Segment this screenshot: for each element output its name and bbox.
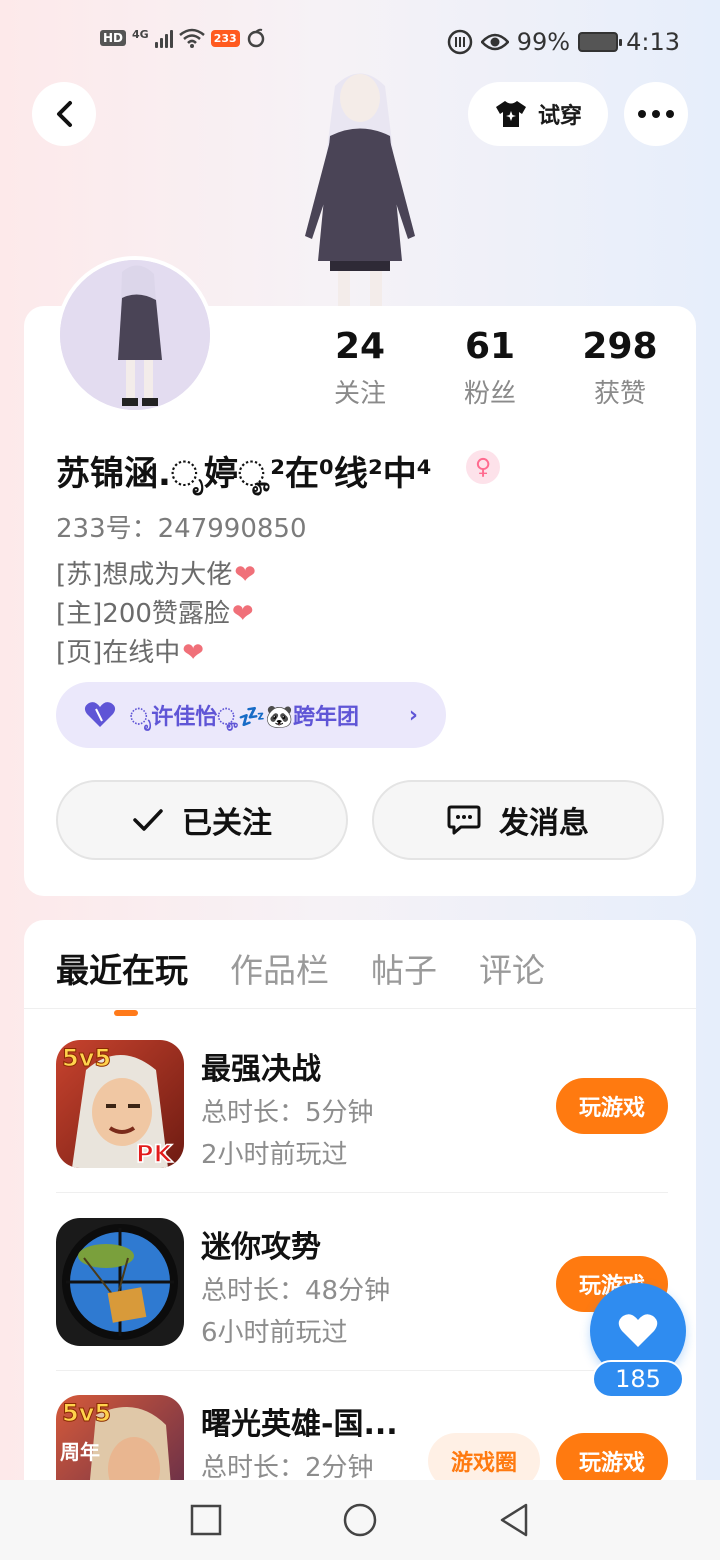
avatar[interactable] <box>56 256 214 414</box>
more-icon <box>638 110 674 118</box>
try-on-button[interactable]: 试穿 <box>468 82 608 146</box>
divider <box>56 1370 668 1371</box>
recent-apps-icon[interactable] <box>190 1504 222 1536</box>
profile-tabs: 最近在玩 作品栏 帖子 评论 <box>56 944 545 1016</box>
like-count: 185 <box>592 1360 684 1398</box>
battery-icon <box>578 32 623 52</box>
hd-icon: HD <box>100 30 127 46</box>
user-id[interactable]: 233号：247990850 <box>56 508 307 545</box>
username: 苏锦涵.ೃ婷ೄ²在⁰线²中⁴ <box>56 454 432 494</box>
tab-works[interactable]: 作品栏 <box>230 944 329 992</box>
game-duration: 总时长：5分钟 <box>201 1092 374 1129</box>
divider <box>24 1008 696 1009</box>
try-on-label: 试穿 <box>537 104 582 129</box>
games-card: 最近在玩 作品栏 帖子 评论 5v5 PK 最强决战 总时长：5分钟 2小时前玩… <box>24 920 696 1520</box>
duration-label: 总时长： <box>201 1453 306 1483</box>
peach-icon <box>247 28 264 48</box>
profile-stats: 24 关注 61 粉丝 298 获赞 <box>300 326 680 410</box>
stat-likes[interactable]: 298 获赞 <box>560 326 680 410</box>
back-nav-icon[interactable] <box>498 1503 530 1537</box>
female-icon: ♀ <box>466 450 500 484</box>
game-row[interactable]: 5v5 PK 最强决战 总时长：5分钟 2小时前玩过 玩游戏 <box>56 1040 668 1170</box>
duration-value: 48分钟 <box>305 1276 391 1306</box>
battery-percent: 99% <box>516 28 571 56</box>
eye-icon <box>480 33 509 51</box>
heart-icon <box>618 1314 658 1347</box>
check-icon <box>133 809 163 831</box>
signal-icon <box>154 28 173 48</box>
following-button[interactable]: 已关注 <box>56 780 348 860</box>
game-icon <box>56 1218 184 1346</box>
game-name: 迷你攻势 <box>201 1230 321 1265</box>
system-nav-bar <box>0 1480 720 1560</box>
svg-text:5v5: 5v5 <box>62 1399 111 1427</box>
stat-label: 获赞 <box>593 379 646 409</box>
game-duration: 总时长：2分钟 <box>201 1447 374 1484</box>
character-figure <box>305 73 415 306</box>
duration-value: 5分钟 <box>305 1098 374 1128</box>
game-last-played: 6小时前玩过 <box>201 1318 348 1348</box>
duration-value: 2分钟 <box>305 1453 374 1483</box>
game-last-played: 2小时前玩过 <box>201 1140 348 1170</box>
stat-followers[interactable]: 61 粉丝 <box>430 326 550 410</box>
fan-group-link[interactable]: ೃ许佳怡ೄ💤🐼跨年团 › <box>56 682 446 748</box>
svg-text:5v5: 5v5 <box>62 1044 111 1072</box>
game-name: 曙光英雄-国... <box>201 1407 398 1442</box>
avatar-image <box>60 260 210 410</box>
divider <box>56 1192 668 1193</box>
duration-label: 总时长： <box>201 1276 306 1306</box>
user-id-label: 233号： <box>56 514 158 544</box>
fan-heart-icon <box>84 702 116 727</box>
stat-label: 关注 <box>333 379 386 409</box>
stat-value: 61 <box>464 326 516 367</box>
heart-icon: ❤ <box>182 638 205 668</box>
home-icon[interactable] <box>342 1502 378 1538</box>
tab-comments[interactable]: 评论 <box>479 944 545 992</box>
heart-icon: ❤ <box>231 599 254 629</box>
stat-label: 粉丝 <box>463 379 516 409</box>
stat-value: 24 <box>334 326 386 367</box>
app-notification-icon: 233 <box>210 29 240 47</box>
fan-group-name: ೃ许佳怡ೄ💤🐼跨年团 <box>130 705 359 730</box>
game-icon: 5v5 PK <box>56 1040 184 1168</box>
game-row[interactable]: 迷你攻势 总时长：48分钟 6小时前玩过 玩游戏 <box>56 1218 668 1348</box>
chevron-right-icon: › <box>408 702 418 728</box>
clock: 4:13 <box>626 28 680 56</box>
back-button[interactable] <box>32 82 96 146</box>
bio-text: [页]在线中 <box>56 638 181 668</box>
bio: [苏]想成为大佬 ❤ [主]200赞露脸 ❤ [页]在线中 ❤ <box>56 556 256 673</box>
wifi-icon <box>178 28 205 48</box>
following-label: 已关注 <box>182 806 272 841</box>
bio-line: [页]在线中 ❤ <box>56 634 256 673</box>
stat-following[interactable]: 24 关注 <box>300 326 420 410</box>
message-label: 发消息 <box>499 806 589 841</box>
game-duration: 总时长：48分钟 <box>201 1270 390 1307</box>
bio-text: [主]200赞露脸 <box>56 599 230 629</box>
tshirt-icon <box>495 101 526 127</box>
heart-icon: ❤ <box>234 560 257 590</box>
message-button[interactable]: 发消息 <box>372 780 664 860</box>
nfc-icon <box>447 29 472 55</box>
bio-line: [苏]想成为大佬 ❤ <box>56 556 256 595</box>
user-id-value: 247990850 <box>157 514 307 544</box>
network-type: 4G <box>132 27 149 41</box>
game-name: 最强决战 <box>201 1052 321 1087</box>
duration-label: 总时长： <box>201 1098 306 1128</box>
more-button[interactable] <box>624 82 688 146</box>
tab-recent-played[interactable]: 最近在玩 <box>56 944 188 1016</box>
chat-bubble-icon <box>447 805 481 835</box>
play-game-button[interactable]: 玩游戏 <box>556 1078 668 1134</box>
bio-line: [主]200赞露脸 ❤ <box>56 595 256 634</box>
bio-text: [苏]想成为大佬 <box>56 560 233 590</box>
chevron-left-icon <box>57 101 72 127</box>
svg-text:周年: 周年 <box>60 1440 100 1464</box>
stat-value: 298 <box>582 326 658 367</box>
tab-posts[interactable]: 帖子 <box>371 944 437 992</box>
svg-text:PK: PK <box>136 1140 174 1168</box>
